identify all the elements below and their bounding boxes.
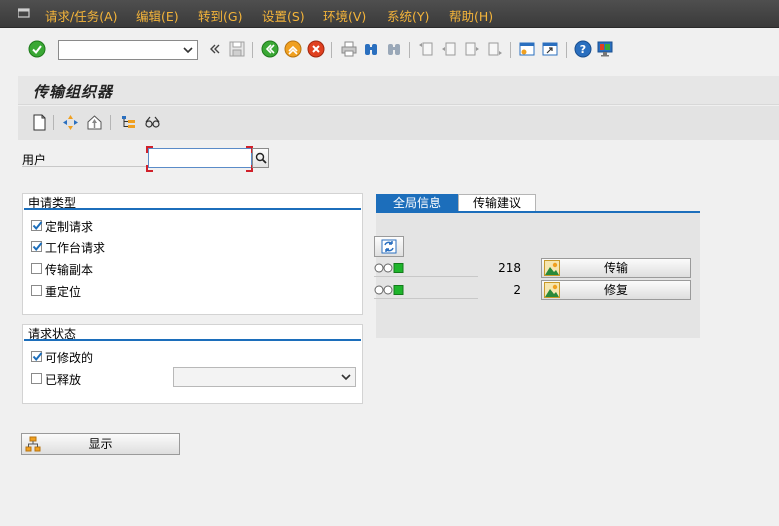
help-icon[interactable]: ? <box>574 40 592 58</box>
hierarchy-icon <box>25 436 41 452</box>
menu-item-request-task[interactable]: 请求/任务(A) <box>45 6 118 25</box>
checkmark-icon <box>32 352 43 362</box>
transport-button[interactable]: 传输 <box>541 258 691 278</box>
search-icon <box>255 152 267 164</box>
next-page-icon[interactable] <box>463 40 481 58</box>
back-icon[interactable] <box>261 40 279 58</box>
exit-icon[interactable] <box>284 40 302 58</box>
generate-shortcut-icon[interactable] <box>541 40 559 58</box>
status-traffic-light-icon <box>374 284 404 299</box>
checkbox-label: 工作台请求 <box>45 241 106 255</box>
create-document-icon[interactable] <box>31 114 48 131</box>
checkbox-relocation[interactable] <box>31 285 42 296</box>
menu-item-environment[interactable]: 环境(V) <box>323 6 366 25</box>
enter-check-icon[interactable] <box>28 40 46 58</box>
checkbox-label: 重定位 <box>45 285 82 299</box>
group-title-line <box>24 208 361 210</box>
transport-count: 218 <box>498 261 521 275</box>
user-input[interactable] <box>148 148 252 168</box>
toolbar-separator <box>409 42 410 58</box>
glasses-display-icon[interactable] <box>144 114 161 131</box>
chevron-down-icon <box>341 374 351 381</box>
svg-text:?: ? <box>580 43 586 56</box>
toolbar-separator <box>510 42 511 58</box>
row-divider <box>374 298 478 299</box>
find-next-icon[interactable] <box>385 40 403 58</box>
user-label-underline <box>22 166 148 167</box>
menu-item-settings[interactable]: 设置(S) <box>262 6 305 25</box>
menu-item-edit[interactable]: 编辑(E) <box>136 6 179 25</box>
checkbox-custom-request[interactable] <box>31 220 43 231</box>
row-divider <box>374 276 478 277</box>
refresh-button[interactable] <box>374 236 404 257</box>
app-toolbar-separator <box>110 115 111 130</box>
group-title-line <box>24 339 361 341</box>
required-marker <box>146 146 153 153</box>
checkbox-label: 可修改的 <box>45 351 94 365</box>
collapse-icon[interactable] <box>86 114 103 131</box>
display-button-label: 显示 <box>88 437 113 451</box>
transport-button-label: 传输 <box>603 261 628 275</box>
toolbar-separator <box>331 42 332 58</box>
double-chevron-left-icon[interactable] <box>206 40 224 58</box>
cancel-icon[interactable] <box>307 40 325 58</box>
mountain-image-icon <box>544 260 560 276</box>
save-icon[interactable] <box>228 40 246 58</box>
checkbox-transport-copy[interactable] <box>31 263 42 274</box>
chevron-down-icon <box>183 47 193 54</box>
title-bar <box>18 76 779 105</box>
find-icon[interactable] <box>362 40 380 58</box>
checkbox-label: 传输副本 <box>45 263 94 277</box>
first-page-icon[interactable] <box>417 40 435 58</box>
menu-item-system[interactable]: 系统(Y) <box>387 6 429 25</box>
checkbox-label: 已释放 <box>45 373 82 387</box>
app-toolbar-separator <box>53 115 54 130</box>
create-session-icon[interactable] <box>518 40 536 58</box>
page-title: 传输组织器 <box>33 83 114 101</box>
checkbox-modifiable[interactable] <box>31 351 43 362</box>
menu-item-goto[interactable]: 转到(G) <box>198 6 242 25</box>
print-icon[interactable] <box>340 40 358 58</box>
repair-button-label: 修复 <box>603 283 628 297</box>
mountain-image-icon <box>544 282 560 298</box>
system-menu-icon[interactable] <box>17 7 30 18</box>
checkmark-icon <box>32 242 43 252</box>
last-page-icon[interactable] <box>486 40 504 58</box>
toolbar-separator <box>252 42 253 58</box>
previous-page-icon[interactable] <box>440 40 458 58</box>
checkbox-workbench-request[interactable] <box>31 241 43 252</box>
toolbar-separator <box>566 42 567 58</box>
repair-button[interactable]: 修复 <box>541 280 691 300</box>
user-search-help-button[interactable] <box>252 148 269 168</box>
repair-count: 2 <box>513 283 521 297</box>
display-button[interactable]: 显示 <box>21 433 180 455</box>
menu-item-help[interactable]: 帮助(H) <box>449 6 493 25</box>
checkbox-label: 定制请求 <box>45 220 94 234</box>
required-marker <box>146 165 153 172</box>
customize-layout-icon[interactable] <box>596 40 614 58</box>
checkmark-icon <box>32 221 43 231</box>
status-traffic-light-icon <box>374 262 404 277</box>
refresh-icon <box>381 239 397 254</box>
release-date-select[interactable] <box>173 367 356 387</box>
expand-icon[interactable] <box>62 114 79 131</box>
command-field[interactable] <box>58 40 198 60</box>
hierarchy-icon[interactable] <box>120 114 137 131</box>
checkbox-released[interactable] <box>31 373 42 384</box>
